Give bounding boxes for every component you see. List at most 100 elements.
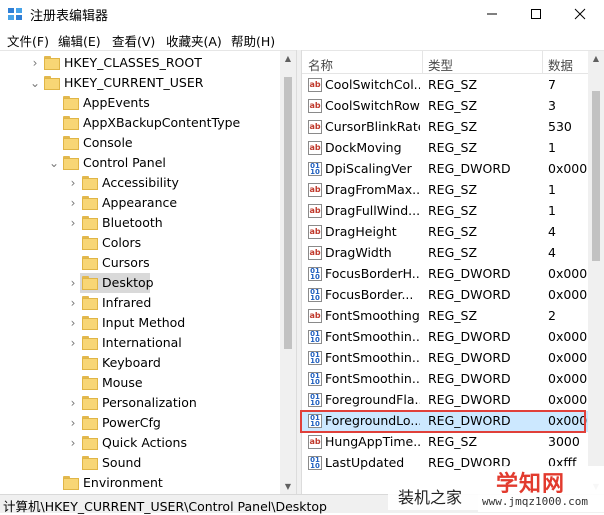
menu-favorites[interactable]: 收藏夹(A)	[166, 31, 222, 50]
scroll-down-icon[interactable]: ▼	[280, 479, 296, 495]
maximize-icon	[531, 9, 541, 19]
value-list: 名称 类型 数据 ab CoolSwitchCol... REG_SZ 7 ab Cool…	[302, 50, 604, 495]
binary-value-icon: 01 10	[308, 351, 322, 365]
cell-type: REG_DWORD	[428, 350, 511, 365]
minimize-button[interactable]	[470, 0, 514, 28]
string-value-icon: ab	[308, 309, 322, 323]
tree-item[interactable]: Environment	[0, 473, 280, 493]
list-row[interactable]: 01 10 ForegroundLo... REG_DWORD 0x000	[302, 411, 589, 432]
expand-chevron-icon[interactable]: ›	[68, 417, 78, 429]
folder-icon	[44, 56, 60, 70]
list-row[interactable]: ab CoolSwitchRows REG_SZ 3	[302, 96, 589, 117]
tree-item[interactable]: › Appearance	[0, 193, 280, 213]
list-row[interactable]: ab DragFullWind... REG_SZ 1	[302, 201, 589, 222]
tree-scroll-thumb[interactable]	[284, 77, 292, 349]
tree-item[interactable]: AppEvents	[0, 93, 280, 113]
expand-chevron-icon[interactable]: ›	[68, 337, 78, 349]
folder-icon	[82, 236, 98, 250]
close-icon	[574, 8, 586, 20]
string-value-icon: ab	[308, 141, 322, 155]
expand-chevron-icon[interactable]: ›	[68, 277, 78, 289]
tree-item[interactable]: Colors	[0, 233, 280, 253]
menu-edit[interactable]: 编辑(E)	[58, 31, 101, 50]
tree-item[interactable]: › Input Method	[0, 313, 280, 333]
expand-chevron-icon[interactable]: ›	[68, 177, 78, 189]
tree-scrollbar[interactable]: ▲ ▼	[280, 51, 296, 495]
expand-chevron-icon[interactable]: ›	[30, 57, 40, 69]
folder-icon	[44, 76, 60, 90]
cell-type: REG_DWORD	[428, 371, 511, 386]
cell-data: 530	[548, 119, 572, 134]
cell-name: FontSmoothin...	[325, 350, 420, 365]
expand-chevron-icon[interactable]: ›	[68, 397, 78, 409]
tree-item[interactable]: Console	[0, 133, 280, 153]
tree-item[interactable]: › Desktop	[0, 273, 280, 293]
close-button[interactable]	[558, 0, 602, 28]
tree-item[interactable]: › Accessibility	[0, 173, 280, 193]
cell-name: FocusBorder...	[325, 287, 414, 302]
cell-data: 1	[548, 203, 556, 218]
cell-type: REG_SZ	[428, 245, 478, 260]
tree-item[interactable]: Sound	[0, 453, 280, 473]
tree-item[interactable]: › Personalization	[0, 393, 280, 413]
list-row[interactable]: ab DragHeight REG_SZ 4	[302, 222, 589, 243]
list-row[interactable]: 01 10 FontSmoothin... REG_DWORD 0x000	[302, 369, 589, 390]
expand-chevron-icon[interactable]: ›	[68, 317, 78, 329]
list-row[interactable]: 01 10 ForegroundFla... REG_DWORD 0x000	[302, 390, 589, 411]
list-scrollbar[interactable]: ▲ ▼	[588, 51, 604, 495]
binary-value-icon: 01 10	[308, 372, 322, 386]
column-divider	[542, 51, 543, 73]
list-row[interactable]: ab CursorBlinkRate REG_SZ 530	[302, 117, 589, 138]
list-row[interactable]: 01 10 DpiScalingVer REG_DWORD 0x000	[302, 159, 589, 180]
column-type[interactable]: 类型	[428, 55, 453, 74]
list-row[interactable]: ab DragFromMax... REG_SZ 1	[302, 180, 589, 201]
menu-file[interactable]: 文件(F)	[7, 31, 49, 50]
list-row[interactable]: ab DragWidth REG_SZ 4	[302, 243, 589, 264]
string-value-icon: ab	[308, 204, 322, 218]
collapse-chevron-icon[interactable]: ⌄	[30, 77, 40, 89]
column-data[interactable]: 数据	[548, 55, 573, 74]
folder-icon	[63, 136, 79, 150]
column-name[interactable]: 名称	[308, 55, 333, 74]
tree-item[interactable]: Cursors	[0, 253, 280, 273]
tree-item[interactable]: › HKEY_CLASSES_ROOT	[0, 53, 280, 73]
maximize-button[interactable]	[514, 0, 558, 28]
string-value-icon: ab	[308, 246, 322, 260]
scroll-up-icon[interactable]: ▲	[280, 51, 296, 67]
list-row[interactable]: ab HungAppTime... REG_SZ 3000	[302, 432, 589, 453]
list-row[interactable]: 01 10 FocusBorder... REG_DWORD 0x000	[302, 285, 589, 306]
tree-item[interactable]: Keyboard	[0, 353, 280, 373]
tree-item[interactable]: › International	[0, 333, 280, 353]
string-value-icon: ab	[308, 99, 322, 113]
expand-chevron-icon[interactable]: ›	[68, 197, 78, 209]
tree-item[interactable]: ⌄ Control Panel	[0, 153, 280, 173]
list-row[interactable]: 01 10 FontSmoothin... REG_DWORD 0x000	[302, 327, 589, 348]
list-row[interactable]: 01 10 FontSmoothin... REG_DWORD 0x000	[302, 348, 589, 369]
cell-name: DragFromMax...	[325, 182, 420, 197]
folder-icon	[82, 376, 98, 390]
expand-chevron-icon[interactable]: ›	[68, 297, 78, 309]
list-row[interactable]: ab FontSmoothing REG_SZ 2	[302, 306, 589, 327]
list-row[interactable]: ab DockMoving REG_SZ 1	[302, 138, 589, 159]
cell-name: ForegroundFla...	[325, 392, 420, 407]
tree-item[interactable]: › PowerCfg	[0, 413, 280, 433]
scroll-up-icon[interactable]: ▲	[588, 51, 604, 67]
expand-chevron-icon[interactable]: ›	[68, 437, 78, 449]
string-value-icon: ab	[308, 183, 322, 197]
menu-help[interactable]: 帮助(H)	[231, 31, 275, 50]
list-row[interactable]: ab CoolSwitchCol... REG_SZ 7	[302, 75, 589, 96]
tree-item-label: Environment	[83, 475, 163, 490]
cell-data: 1	[548, 140, 556, 155]
tree-item[interactable]: › Bluetooth	[0, 213, 280, 233]
tree-item[interactable]: ⌄ HKEY_CURRENT_USER	[0, 73, 280, 93]
tree-item[interactable]: › Infrared	[0, 293, 280, 313]
tree-item[interactable]: AppXBackupContentType	[0, 113, 280, 133]
tree-item[interactable]: › Quick Actions	[0, 433, 280, 453]
list-scroll-thumb[interactable]	[592, 91, 600, 261]
expand-chevron-icon[interactable]: ›	[68, 217, 78, 229]
menu-bar: 文件(F) 编辑(E) 查看(V) 收藏夹(A) 帮助(H)	[0, 28, 604, 50]
list-row[interactable]: 01 10 FocusBorderH... REG_DWORD 0x000	[302, 264, 589, 285]
tree-item[interactable]: Mouse	[0, 373, 280, 393]
collapse-chevron-icon[interactable]: ⌄	[49, 157, 59, 169]
menu-view[interactable]: 查看(V)	[112, 31, 155, 50]
